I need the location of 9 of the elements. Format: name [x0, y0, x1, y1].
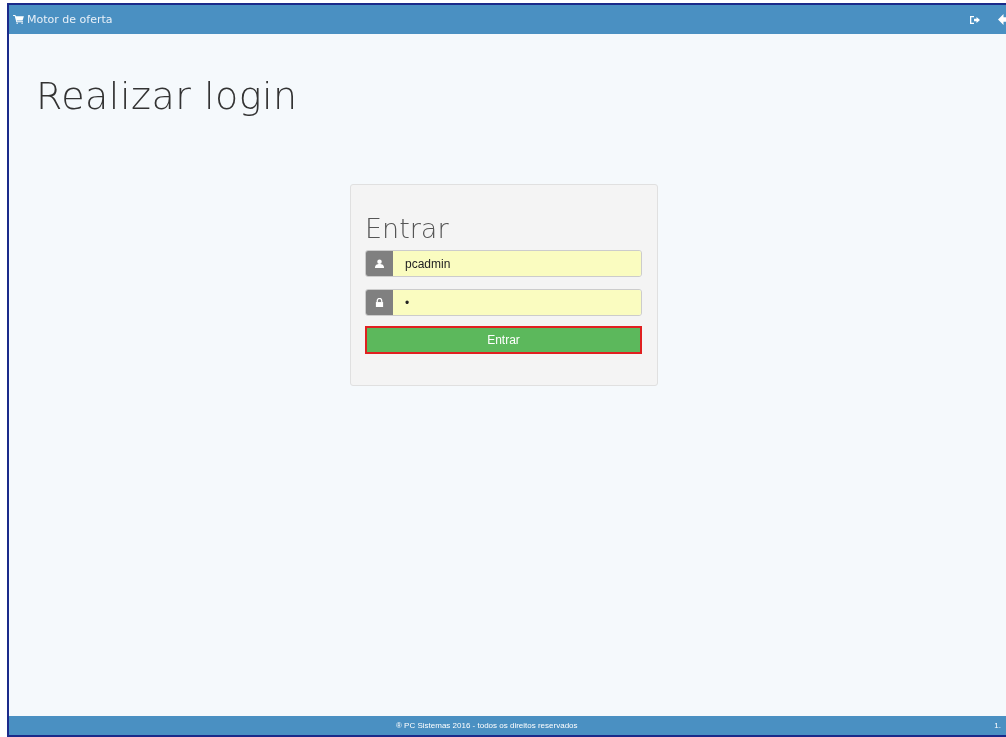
- copyright-text: ® PC Sistemas 2016 - todos os direitos reservados: [396, 721, 578, 730]
- page-title: Realizar login: [36, 74, 298, 118]
- user-icon: [366, 251, 393, 276]
- username-field[interactable]: pcadmin: [365, 250, 642, 277]
- lock-icon: [366, 290, 393, 315]
- version-text: 1.: [994, 721, 1001, 730]
- login-title: Entrar: [365, 213, 450, 244]
- password-field[interactable]: •: [365, 289, 642, 316]
- cart-icon: [13, 15, 24, 24]
